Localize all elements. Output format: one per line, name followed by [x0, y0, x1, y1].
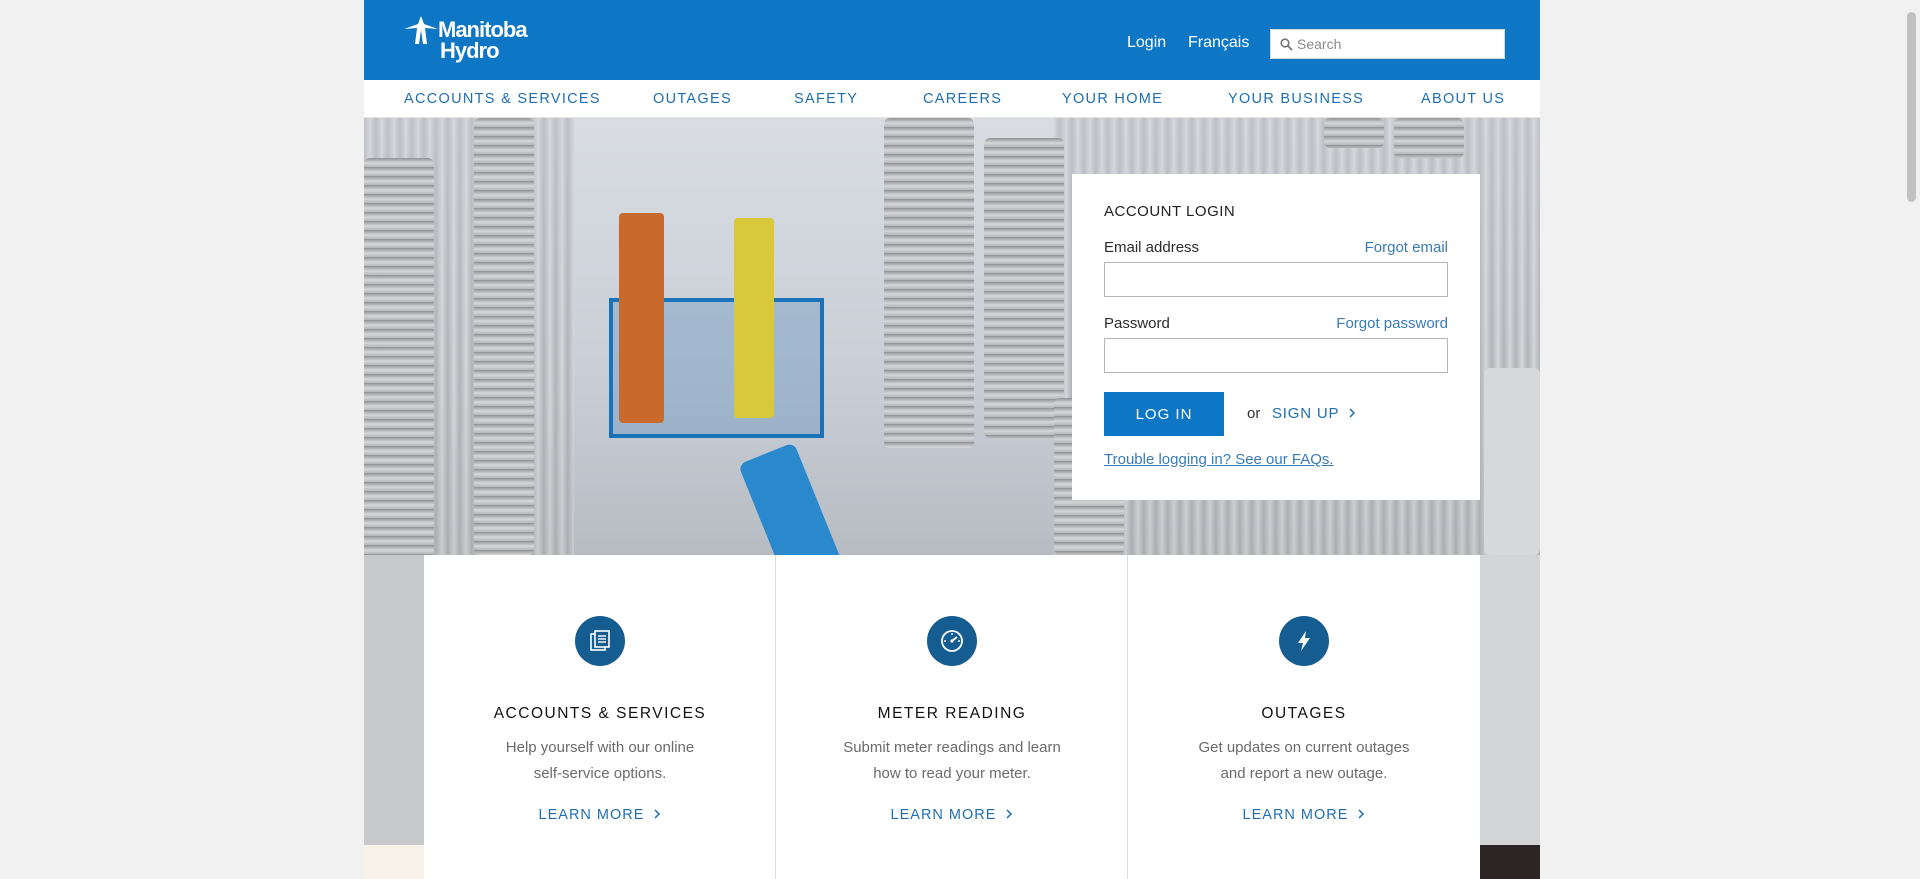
top-header: Manitoba Hydro Login Français — [364, 0, 1540, 80]
learn-more-link[interactable]: LEARN MORE — [776, 807, 1128, 823]
logo-line-1: Manitoba — [438, 17, 528, 42]
nav-item-careers[interactable]: CAREERS — [923, 91, 1002, 107]
card-description-line: self-service options. — [533, 765, 667, 782]
chevron-right-icon — [1349, 408, 1356, 418]
logo-wordmark: Manitoba Hydro — [438, 17, 528, 63]
nav-item-safety[interactable]: SAFETY — [794, 91, 858, 107]
hero-insulator — [1324, 118, 1384, 148]
learn-more-link[interactable]: LEARN MORE — [424, 807, 776, 823]
chevron-right-icon — [1006, 809, 1013, 819]
manitoba-hydro-logo[interactable]: Manitoba Hydro — [404, 14, 544, 66]
learn-more-label: LEARN MORE — [890, 807, 997, 823]
logo-tower-icon — [404, 16, 438, 44]
card-accounts-services: ACCOUNTS & SERVICES Help yourself with o… — [424, 555, 776, 879]
nav-item-your-home[interactable]: YOUR HOME — [1062, 91, 1163, 107]
hero-insulator — [884, 118, 974, 448]
page-scrollbar[interactable] — [1903, 0, 1920, 879]
document-icon — [575, 616, 625, 666]
learn-more-label: LEARN MORE — [1242, 807, 1349, 823]
next-section-right — [1480, 845, 1540, 879]
card-title: OUTAGES — [1261, 705, 1347, 722]
card-description-line: Help yourself with our online — [505, 739, 695, 756]
logo-line-2: Hydro — [440, 38, 500, 63]
chevron-right-icon — [1358, 809, 1365, 819]
learn-more-label: LEARN MORE — [538, 807, 645, 823]
hero-continuation-right — [1480, 555, 1540, 845]
feature-cards: ACCOUNTS & SERVICES Help yourself with o… — [424, 555, 1480, 879]
search-input[interactable] — [1297, 30, 1502, 58]
card-description-line: Submit meter readings and learn — [843, 739, 1061, 756]
search-icon — [1280, 38, 1293, 51]
account-login-card: ACCOUNT LOGIN Email address Forgot email… — [1072, 174, 1480, 500]
forgot-password-link[interactable]: Forgot password — [1336, 315, 1448, 332]
hero-insulator — [364, 158, 434, 555]
hero-insulator — [474, 118, 534, 555]
email-field[interactable] — [1104, 262, 1448, 297]
learn-more-link[interactable]: LEARN MORE — [1128, 807, 1480, 823]
scrollbar-thumb[interactable] — [1907, 12, 1916, 202]
card-description-line: and report a new outage. — [1220, 765, 1388, 782]
card-description-line: how to read your meter. — [873, 765, 1031, 782]
hero-worker — [734, 218, 774, 418]
card-description: Help yourself with our online self-servi… — [490, 735, 710, 787]
meter-icon — [927, 616, 977, 666]
chevron-right-icon — [654, 809, 661, 819]
page: Manitoba Hydro Login Français ACCOUNTS &… — [364, 0, 1540, 879]
login-link[interactable]: Login — [1127, 34, 1166, 52]
lightning-icon — [1279, 616, 1329, 666]
log-in-button[interactable]: LOG IN — [1104, 392, 1224, 436]
next-section-left — [364, 845, 424, 879]
password-field[interactable] — [1104, 338, 1448, 373]
card-meter-reading: METER READING Submit meter readings and … — [776, 555, 1128, 879]
hero-worker — [619, 213, 664, 423]
sign-up-link[interactable]: SIGN UP — [1272, 405, 1356, 422]
nav-item-your-business[interactable]: YOUR BUSINESS — [1228, 91, 1364, 107]
nav-item-about-us[interactable]: ABOUT US — [1421, 91, 1505, 107]
main-nav: ACCOUNTS & SERVICES OUTAGES SAFETY CAREE… — [364, 80, 1540, 118]
forgot-email-link[interactable]: Forgot email — [1365, 239, 1448, 256]
nav-item-outages[interactable]: OUTAGES — [653, 91, 732, 107]
or-text: or — [1247, 405, 1261, 422]
hero-cabinet — [1484, 368, 1540, 555]
card-outages: OUTAGES Get updates on current outages a… — [1128, 555, 1480, 879]
password-label: Password — [1104, 315, 1170, 332]
language-link[interactable]: Français — [1188, 34, 1249, 52]
card-description-line: Get updates on current outages — [1198, 739, 1410, 756]
sign-up-label: SIGN UP — [1272, 405, 1340, 422]
hero-insulator — [984, 138, 1064, 438]
hero-insulator — [1394, 118, 1464, 158]
nav-item-accounts-services[interactable]: ACCOUNTS & SERVICES — [404, 91, 601, 107]
trouble-logging-in-link[interactable]: Trouble logging in? See our FAQs. — [1104, 451, 1334, 468]
card-description: Get updates on current outages and repor… — [1194, 735, 1414, 787]
card-description: Submit meter readings and learn how to r… — [842, 735, 1062, 787]
card-title: METER READING — [877, 705, 1027, 722]
login-title: ACCOUNT LOGIN — [1104, 203, 1236, 220]
search-box[interactable] — [1270, 29, 1505, 59]
card-title: ACCOUNTS & SERVICES — [493, 705, 707, 722]
hero-continuation-left — [364, 555, 424, 845]
email-label: Email address — [1104, 239, 1200, 256]
